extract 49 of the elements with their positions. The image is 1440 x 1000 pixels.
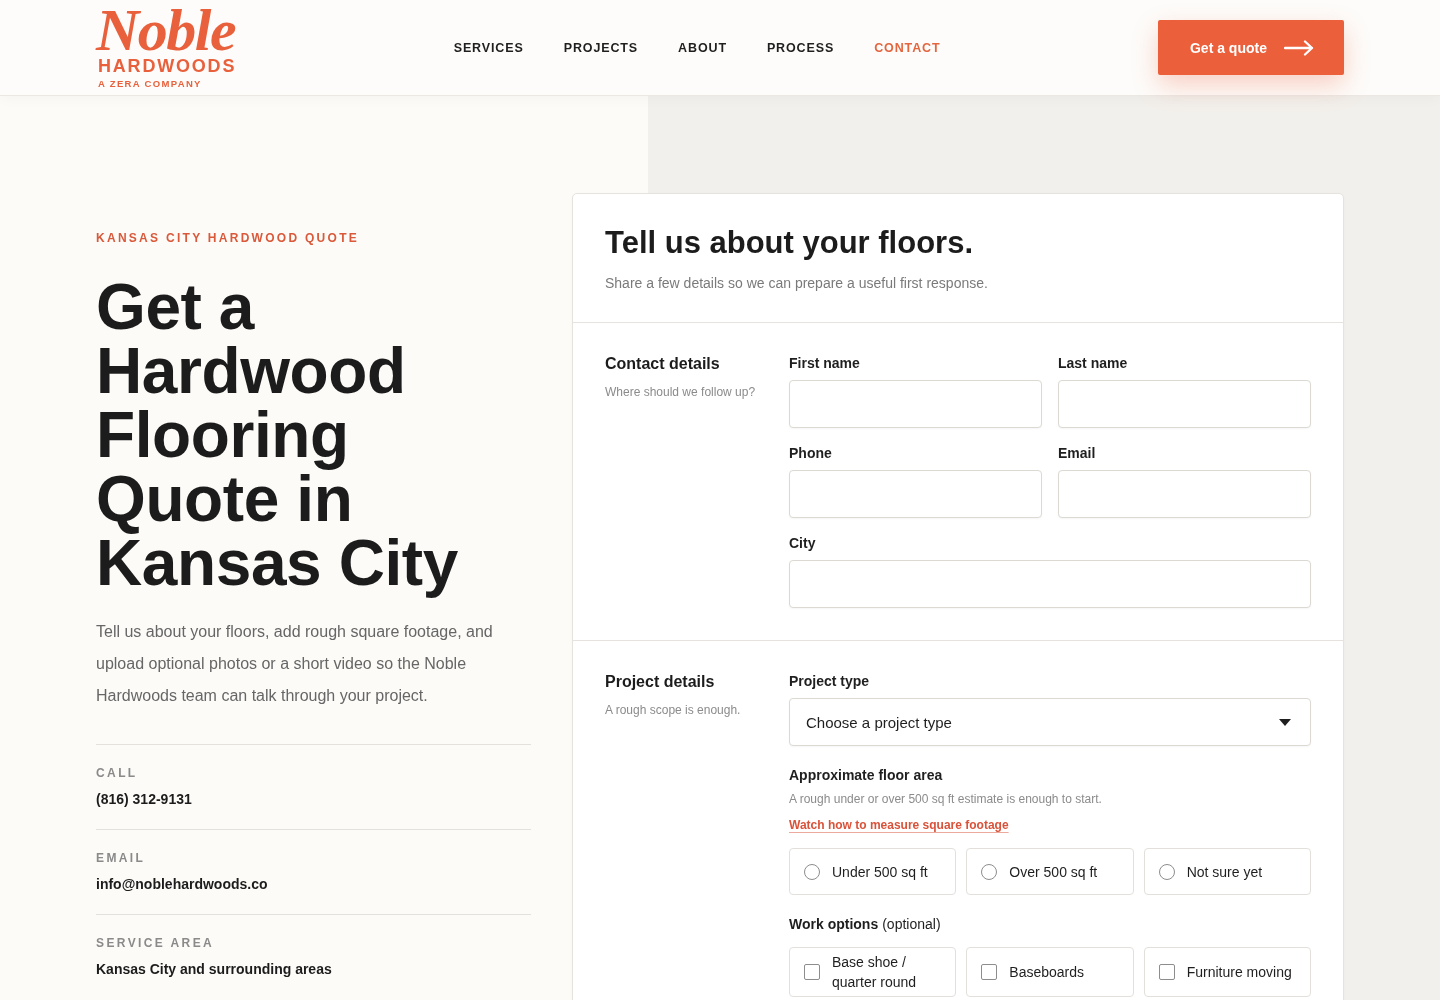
nav-link[interactable]: PROJECTS	[563, 40, 639, 55]
radio-button[interactable]	[981, 863, 998, 880]
checkbox[interactable]	[981, 964, 998, 980]
field-label: Approximate floor area	[789, 766, 943, 784]
contact-label: CALL	[96, 765, 138, 781]
intro-paragraph: Tell us about your floors, add rough square footage, and upload optional photos or a short video so the Noble Hardwoods team can talk through your project.	[96, 622, 494, 706]
form-subtitle: Share a few details so we can prepare a useful first response.	[605, 274, 989, 293]
input-field[interactable]	[1058, 470, 1311, 518]
field-label: First name	[789, 354, 860, 372]
radio-option[interactable]: Over 500 sq ft	[966, 848, 1134, 895]
contact-label: SERVICE AREA	[96, 935, 215, 951]
radio-option[interactable]: Under 500 sq ft	[789, 848, 957, 895]
contact-value: (816) 312-9131	[96, 790, 192, 808]
optional-note: (optional)	[882, 915, 941, 933]
checkbox[interactable]	[804, 964, 820, 980]
section-hint: A rough scope is enough.	[605, 702, 742, 718]
contact-value: info@noblehardwoods.co	[96, 875, 268, 893]
radio-button[interactable]	[1158, 863, 1175, 880]
checkbox[interactable]	[1158, 964, 1175, 980]
checkbox-option[interactable]: Base shoe / quarter round	[789, 947, 957, 997]
nav-link[interactable]: ABOUT	[678, 40, 727, 55]
field-label: Work options	[789, 915, 879, 933]
contact-value: Kansas City and surrounding areas	[96, 960, 332, 978]
nav-link[interactable]: PROCESS	[766, 40, 835, 55]
field-label: Email	[1058, 444, 1096, 462]
eyebrow-text: KANSAS CITY HARDWOOD QUOTE	[96, 230, 361, 246]
radio-option[interactable]: Not sure yet	[1143, 848, 1311, 895]
field-label: Phone	[789, 444, 832, 462]
section-hint: Where should we follow up?	[605, 384, 757, 400]
field-label: Project type	[789, 672, 870, 690]
nav-link[interactable]: SERVICES	[453, 40, 524, 55]
form-title: Tell us about your floors.	[605, 224, 974, 262]
field-label: City	[789, 534, 816, 552]
input-field[interactable]	[789, 380, 1042, 428]
input-field[interactable]	[789, 470, 1042, 518]
section-title: Project details	[605, 672, 716, 692]
project-type-dropdown[interactable]: Choose a project type	[789, 698, 1311, 746]
measure-video-link[interactable]: Watch how to measure square footage	[789, 817, 1009, 833]
caret-down-icon	[1279, 718, 1291, 726]
radio-button[interactable]	[804, 863, 820, 880]
contact-label: EMAIL	[96, 850, 146, 866]
checkbox-option[interactable]: Baseboards	[966, 947, 1134, 997]
field-label: Last name	[1058, 354, 1128, 372]
input-field[interactable]	[1058, 380, 1311, 428]
arrow-right-icon	[1284, 39, 1314, 56]
checkbox-option[interactable]: Furniture moving	[1143, 947, 1311, 997]
field-hint: A rough under or over 500 sq ft estimate is enough to start.	[789, 791, 1102, 807]
input-field[interactable]	[789, 560, 1311, 608]
section-title: Contact details	[605, 354, 721, 374]
